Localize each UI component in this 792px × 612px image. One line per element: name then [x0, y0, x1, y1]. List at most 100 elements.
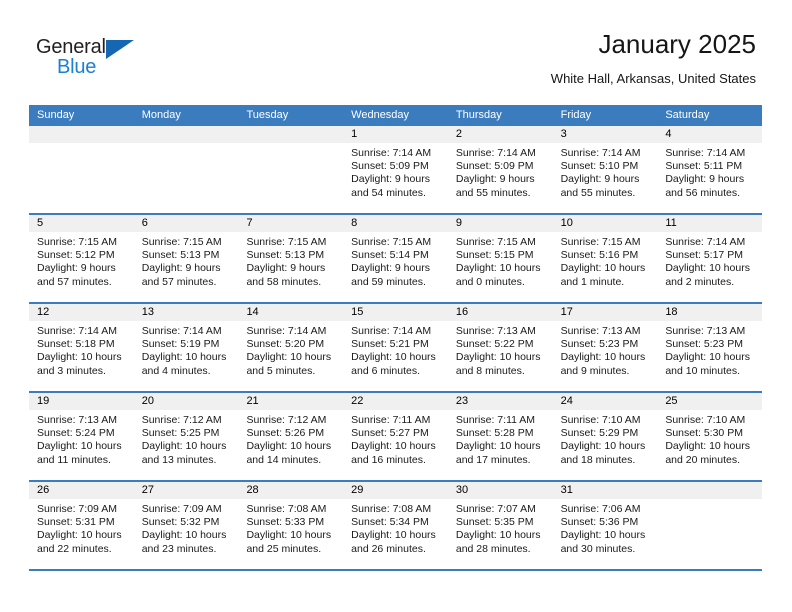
logo-triangle-icon: [106, 40, 134, 59]
sunset-time: Sunset: 5:33 PM: [246, 516, 325, 529]
day-cell[interactable]: 6 Sunrise: 7:15 AM Sunset: 5:13 PM Daylight…: [133, 215, 239, 302]
day-cell[interactable]: 26 Sunrise: 7:09 AM Sunset: 5:31 PM Dayligh…: [29, 482, 134, 569]
day-cell[interactable]: 9 Sunrise: 7:15 AM Sunset: 5:15 PM Daylight…: [447, 215, 553, 302]
daylight-duration-line2: and 22 minutes.: [37, 542, 112, 555]
daylight-duration-line1: Daylight: 10 hours: [665, 440, 750, 453]
calendar-page: General Blue January 2025 White Hall, Ar…: [0, 0, 792, 612]
day-number: 12: [29, 304, 134, 321]
day-cell[interactable]: 8 Sunrise: 7:15 AM Sunset: 5:14 PM Daylight…: [343, 215, 448, 302]
daylight-duration-line2: and 13 minutes.: [141, 453, 217, 466]
day-number: 9: [447, 215, 553, 232]
sunset-time: Sunset: 5:14 PM: [351, 249, 429, 262]
sunrise-time: Sunrise: 7:12 AM: [141, 414, 222, 426]
day-cell[interactable]: 17 Sunrise: 7:13 AM Sunset: 5:23 PM Dayligh…: [552, 304, 658, 391]
day-cell[interactable]: 20 Sunrise: 7:12 AM Sunset: 5:25 PM Dayligh…: [133, 393, 239, 480]
sunrise-time: Sunrise: 7:11 AM: [455, 414, 536, 426]
day-cell[interactable]: 18 Sunrise: 7:13 AM Sunset: 5:23 PM Dayligh…: [657, 304, 763, 391]
daylight-duration-line1: Daylight: 10 hours: [246, 529, 332, 542]
daylight-duration-line2: and 59 minutes.: [351, 275, 426, 288]
day-cell[interactable]: 27 Sunrise: 7:09 AM Sunset: 5:32 PM Dayligh…: [133, 482, 239, 569]
weekday-header-thursday: Thursday: [455, 109, 502, 121]
daylight-duration-line1: Daylight: 10 hours: [665, 262, 750, 275]
daylight-duration-line2: and 8 minutes.: [455, 364, 525, 377]
day-cell[interactable]: 19 Sunrise: 7:13 AM Sunset: 5:24 PM Dayligh…: [29, 393, 134, 480]
day-cell[interactable]: 12 Sunrise: 7:14 AM Sunset: 5:18 PM Dayligh…: [29, 304, 134, 391]
day-cell[interactable]: 2 Sunrise: 7:14 AM Sunset: 5:09 PM Daylight…: [447, 126, 553, 213]
day-number: 3: [552, 126, 658, 143]
daylight-duration-line1: Daylight: 9 hours: [351, 262, 430, 275]
day-sun-info: Sunrise: 7:14 AM Sunset: 5:09 PM Daylight:…: [343, 143, 448, 200]
day-cell[interactable]: 3 Sunrise: 7:14 AM Sunset: 5:10 PM Daylight…: [552, 126, 658, 213]
day-sun-info: Sunrise: 7:10 AM Sunset: 5:29 PM Daylight:…: [553, 410, 658, 467]
day-number: 13: [133, 304, 239, 321]
general-blue-logo: General Blue: [36, 36, 166, 82]
day-number: 1: [343, 126, 448, 143]
sunset-time: Sunset: 5:09 PM: [351, 160, 429, 173]
day-cell[interactable]: 4 Sunrise: 7:14 AM Sunset: 5:11 PM Daylight…: [657, 126, 763, 213]
sunset-time: Sunset: 5:31 PM: [37, 516, 115, 529]
day-cell[interactable]: 28 Sunrise: 7:08 AM Sunset: 5:33 PM Dayligh…: [238, 482, 344, 569]
day-cell[interactable]: 7 Sunrise: 7:15 AM Sunset: 5:13 PM Daylight…: [238, 215, 344, 302]
calendar-weeks: 1 Sunrise: 7:14 AM Sunset: 5:09 PM Daylight…: [29, 126, 763, 571]
daylight-duration-line2: and 55 minutes.: [560, 186, 636, 199]
day-cell[interactable]: 25 Sunrise: 7:10 AM Sunset: 5:30 PM Dayligh…: [657, 393, 763, 480]
daylight-duration-line2: and 17 minutes.: [455, 453, 531, 466]
daylight-duration-line2: and 10 minutes.: [665, 364, 741, 377]
daylight-duration-line1: Daylight: 10 hours: [560, 262, 646, 275]
day-sun-info: Sunrise: 7:14 AM Sunset: 5:20 PM Daylight:…: [238, 321, 343, 378]
day-sun-info: Sunrise: 7:12 AM Sunset: 5:26 PM Daylight:…: [238, 410, 343, 467]
daylight-duration-line2: and 26 minutes.: [351, 542, 426, 555]
day-number: 25: [657, 393, 763, 410]
day-cell[interactable]: 11 Sunrise: 7:14 AM Sunset: 5:17 PM Dayligh…: [657, 215, 763, 302]
daylight-duration-line1: Daylight: 10 hours: [246, 440, 332, 453]
day-sun-info: Sunrise: 7:14 AM Sunset: 5:09 PM Daylight:…: [448, 143, 553, 200]
day-cell[interactable]: 24 Sunrise: 7:10 AM Sunset: 5:29 PM Dayligh…: [552, 393, 658, 480]
day-cell[interactable]: 14 Sunrise: 7:14 AM Sunset: 5:20 PM Dayligh…: [238, 304, 344, 391]
day-sun-info: Sunrise: 7:14 AM Sunset: 5:18 PM Daylight:…: [29, 321, 134, 378]
daylight-duration-line2: and 1 minute.: [560, 275, 625, 288]
sunset-time: Sunset: 5:10 PM: [560, 160, 639, 173]
daylight-duration-line2: and 14 minutes.: [246, 453, 322, 466]
daylight-duration-line2: and 6 minutes.: [351, 364, 421, 377]
day-number: [657, 482, 763, 499]
day-sun-info: Sunrise: 7:14 AM Sunset: 5:19 PM Daylight:…: [134, 321, 239, 378]
daylight-duration-line1: Daylight: 9 hours: [246, 262, 326, 275]
daylight-duration-line2: and 16 minutes.: [351, 453, 426, 466]
day-cell[interactable]: 5 Sunrise: 7:15 AM Sunset: 5:12 PM Daylight…: [29, 215, 134, 302]
day-cell[interactable]: 13 Sunrise: 7:14 AM Sunset: 5:19 PM Dayligh…: [133, 304, 239, 391]
daylight-duration-line1: Daylight: 9 hours: [560, 173, 640, 186]
day-cell[interactable]: 21 Sunrise: 7:12 AM Sunset: 5:26 PM Dayligh…: [238, 393, 344, 480]
day-cell[interactable]: 30 Sunrise: 7:07 AM Sunset: 5:35 PM Dayligh…: [447, 482, 553, 569]
daylight-duration-line2: and 57 minutes.: [141, 275, 217, 288]
day-cell[interactable]: 31 Sunrise: 7:06 AM Sunset: 5:36 PM Dayligh…: [552, 482, 658, 569]
day-cell-empty: [133, 126, 239, 213]
day-sun-info: Sunrise: 7:14 AM Sunset: 5:11 PM Daylight:…: [657, 143, 762, 200]
calendar-grid: Sunday Monday Tuesday Wednesday Thursday Frid…: [29, 105, 763, 571]
day-sun-info: Sunrise: 7:15 AM Sunset: 5:12 PM Daylight:…: [29, 232, 134, 289]
day-cell[interactable]: 23 Sunrise: 7:11 AM Sunset: 5:28 PM Dayligh…: [447, 393, 553, 480]
weekday-header-friday: Friday: [560, 109, 592, 121]
day-cell-empty: [657, 482, 763, 569]
sunset-time: Sunset: 5:20 PM: [246, 338, 325, 351]
day-cell[interactable]: 15 Sunrise: 7:14 AM Sunset: 5:21 PM Dayligh…: [343, 304, 448, 391]
sunrise-time: Sunrise: 7:14 AM: [351, 325, 432, 337]
daylight-duration-line1: Daylight: 9 hours: [455, 173, 535, 186]
day-sun-info: Sunrise: 7:09 AM Sunset: 5:31 PM Daylight:…: [29, 499, 134, 556]
daylight-duration-line2: and 30 minutes.: [560, 542, 636, 555]
day-sun-info: Sunrise: 7:11 AM Sunset: 5:27 PM Daylight:…: [343, 410, 448, 467]
daylight-duration-line1: Daylight: 9 hours: [37, 262, 116, 275]
day-cell[interactable]: 1 Sunrise: 7:14 AM Sunset: 5:09 PM Daylight…: [343, 126, 448, 213]
daylight-duration-line1: Daylight: 10 hours: [455, 529, 541, 542]
sunrise-time: Sunrise: 7:14 AM: [246, 325, 327, 337]
daylight-duration-line2: and 58 minutes.: [246, 275, 322, 288]
day-cell[interactable]: 22 Sunrise: 7:11 AM Sunset: 5:27 PM Dayligh…: [343, 393, 448, 480]
day-cell-empty: [29, 126, 134, 213]
day-number: 31: [552, 482, 658, 499]
day-sun-info: Sunrise: 7:14 AM Sunset: 5:21 PM Daylight:…: [343, 321, 448, 378]
sunset-time: Sunset: 5:11 PM: [665, 160, 743, 173]
day-cell[interactable]: 29 Sunrise: 7:08 AM Sunset: 5:34 PM Dayligh…: [343, 482, 448, 569]
day-cell[interactable]: 16 Sunrise: 7:13 AM Sunset: 5:22 PM Dayligh…: [447, 304, 553, 391]
daylight-duration-line1: Daylight: 10 hours: [37, 440, 122, 453]
day-sun-info: Sunrise: 7:14 AM Sunset: 5:17 PM Daylight:…: [657, 232, 762, 289]
day-cell[interactable]: 10 Sunrise: 7:15 AM Sunset: 5:16 PM Dayligh…: [552, 215, 658, 302]
